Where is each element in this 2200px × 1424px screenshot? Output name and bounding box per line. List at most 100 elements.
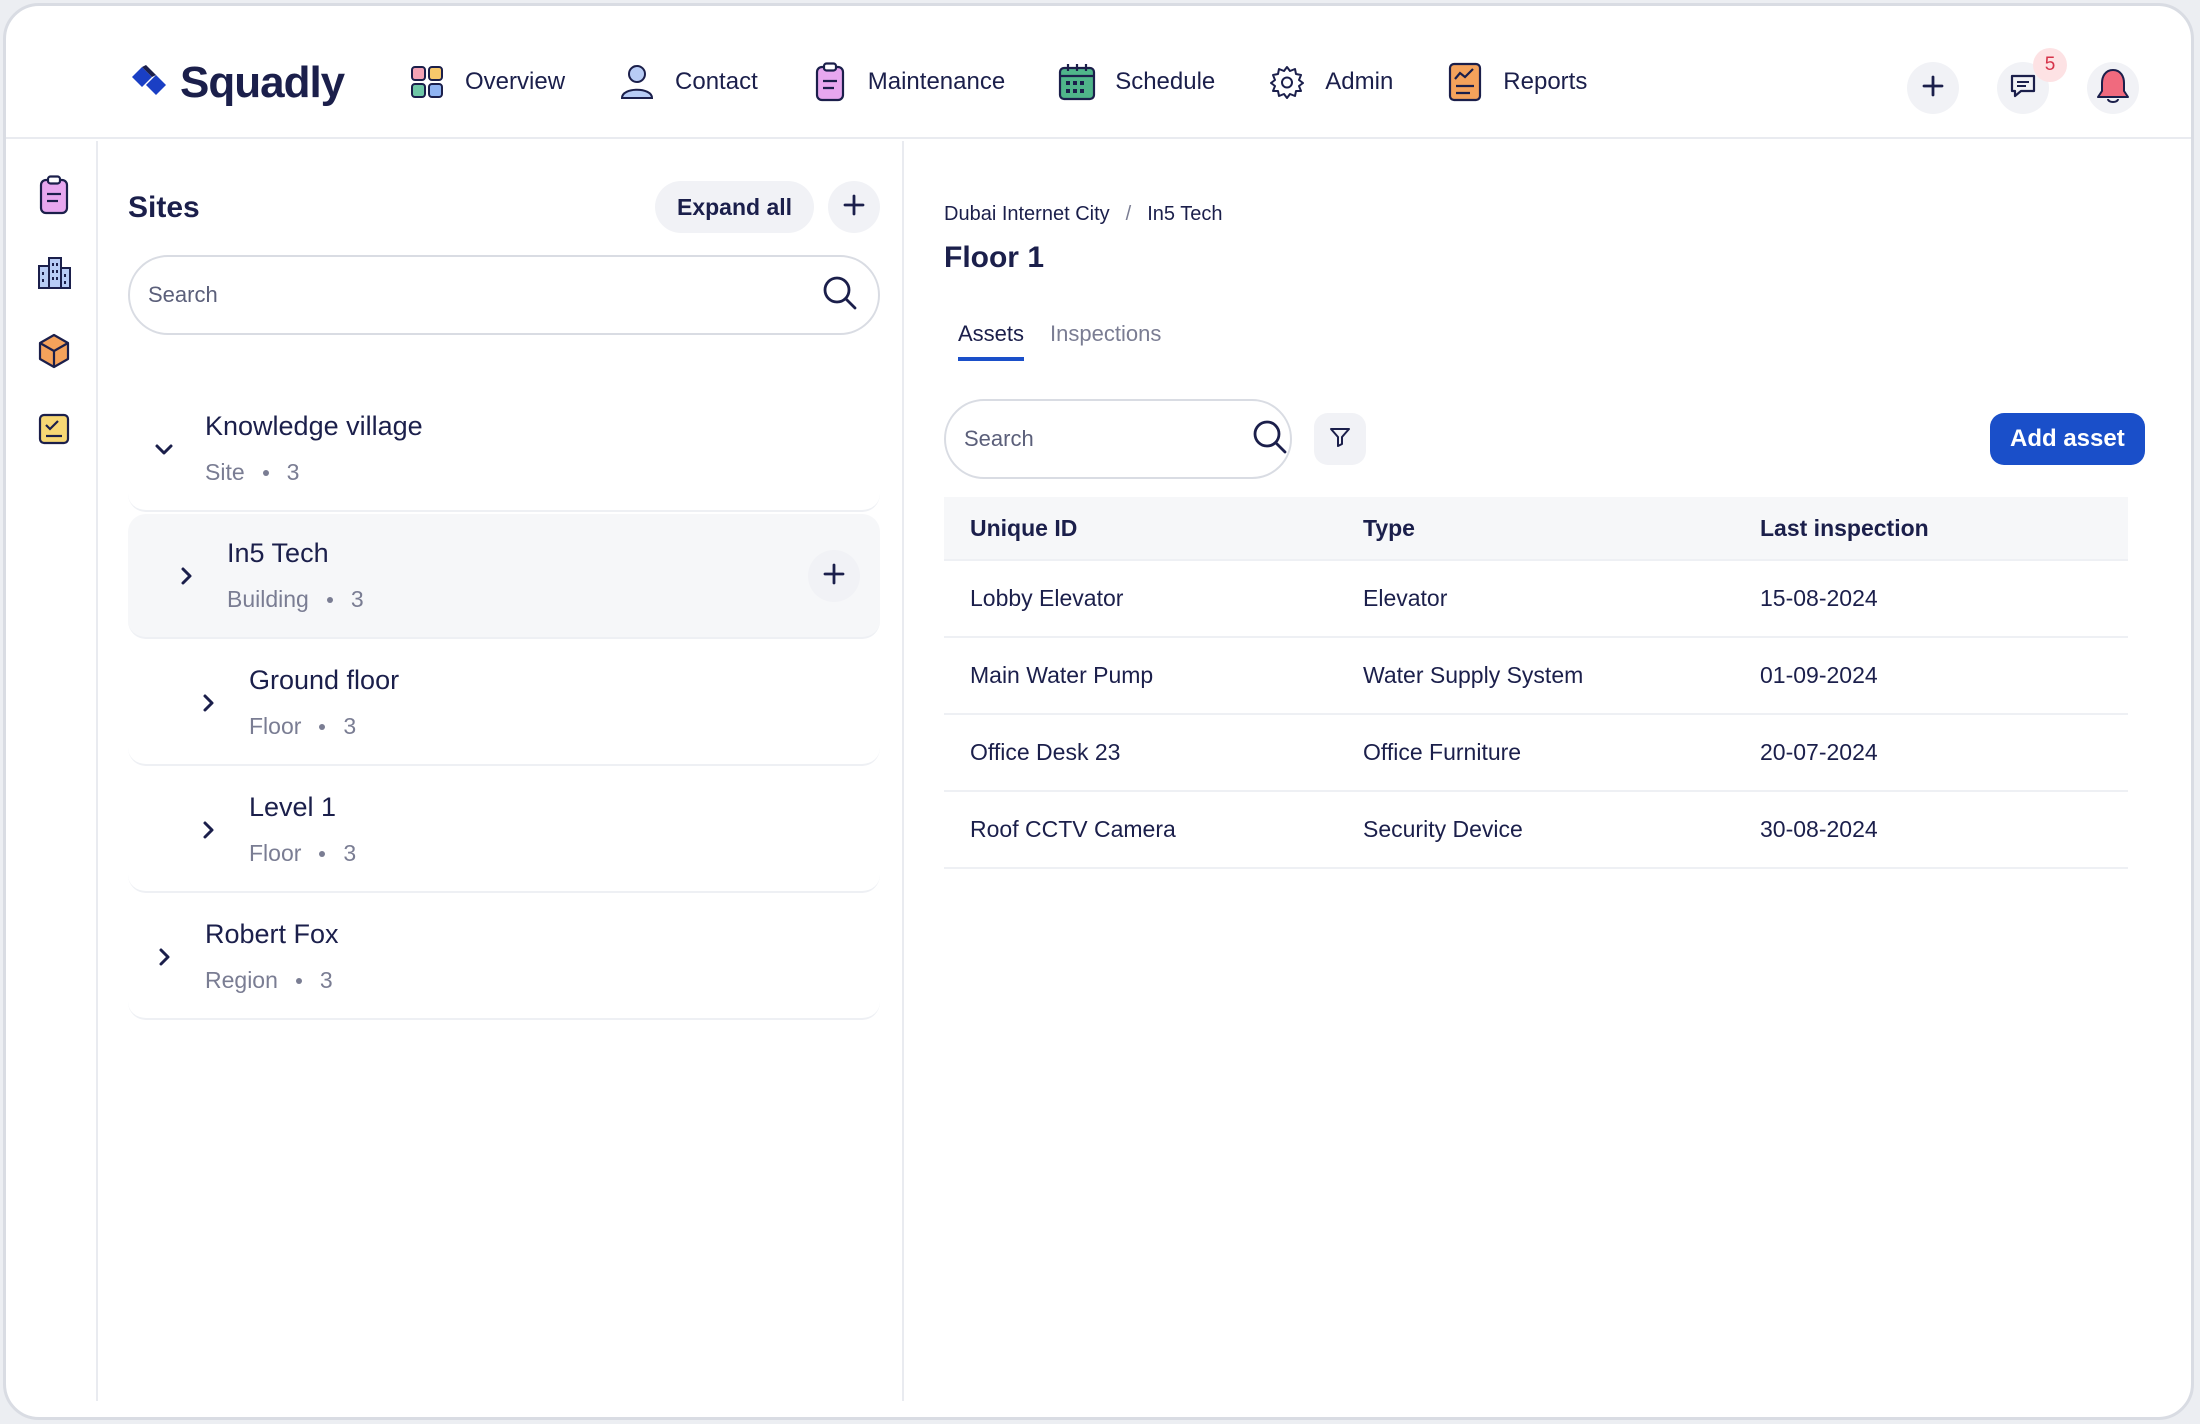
app-window: Squadly Overview Contact Maintenance Sch… [3, 3, 2194, 1420]
nav-item-admin[interactable]: Admin [1267, 62, 1393, 102]
nav-label: Schedule [1115, 68, 1216, 95]
tree-item-kind: Region [205, 967, 278, 993]
rail-assets-button[interactable] [34, 333, 74, 373]
tree-item-ground-floor[interactable]: Ground floor Floor 3 [128, 641, 880, 766]
table-row[interactable]: Lobby Elevator Elevator 15-08-2024 [944, 561, 2128, 638]
main-content: Dubai Internet City / In5 Tech Floor 1 A… [906, 141, 2191, 1401]
main-nav: Overview Contact Maintenance Schedule Ad… [407, 62, 1639, 102]
nav-item-reports[interactable]: Reports [1445, 62, 1587, 102]
tab-assets[interactable]: Assets [958, 321, 1025, 361]
tree-item-level-1[interactable]: Level 1 Floor 3 [128, 768, 880, 893]
cell-type: Elevator [1363, 585, 1448, 611]
brand-name: Squadly [180, 58, 345, 107]
tree-item-name: Level 1 [249, 792, 337, 822]
cell-last-inspection: 20-07-2024 [1760, 739, 1878, 765]
top-actions: 5 [1907, 48, 2139, 114]
plus-icon [843, 194, 865, 221]
sites-search-input[interactable] [148, 282, 822, 308]
nav-label: Contact [675, 68, 758, 95]
nav-label: Overview [465, 68, 566, 95]
tree-item-name: Knowledge village [205, 411, 423, 441]
tree-item-meta: Region 3 [205, 967, 333, 994]
separator-dot [326, 596, 333, 603]
tab-inspections[interactable]: Inspections [1050, 321, 1161, 361]
tree-item-name: Robert Fox [205, 919, 339, 949]
nav-label: Reports [1503, 68, 1588, 95]
chat-icon [2009, 73, 2037, 104]
nav-item-contact[interactable]: Contact [617, 62, 758, 102]
cell-last-inspection: 30-08-2024 [1760, 816, 1878, 842]
column-header-type[interactable]: Type [1363, 515, 1415, 542]
clipboard-icon [38, 174, 70, 220]
tree-item-name: Ground floor [249, 665, 400, 695]
nav-item-maintenance[interactable]: Maintenance [810, 62, 1005, 102]
chevron-right-icon[interactable] [148, 941, 180, 973]
brand-logo[interactable]: Squadly [128, 58, 345, 108]
box-icon [37, 333, 71, 374]
tree-item-count: 3 [343, 840, 357, 866]
cell-unique-id: Main Water Pump [970, 662, 1154, 688]
breadcrumb-separator: / [1125, 203, 1132, 225]
chevron-right-icon[interactable] [192, 814, 224, 846]
tree-item-kind: Floor [249, 713, 302, 739]
assets-search-input[interactable] [964, 426, 1252, 452]
cell-unique-id: Lobby Elevator [970, 585, 1124, 611]
separator-dot [262, 469, 269, 476]
table-row[interactable]: Main Water Pump Water Supply System 01-0… [944, 638, 2128, 715]
tree-item-count: 3 [286, 459, 300, 485]
sites-title: Sites [128, 191, 200, 224]
plus-icon [1922, 75, 1944, 102]
user-icon [617, 62, 657, 102]
notifications-button[interactable] [2087, 62, 2139, 114]
rail-sites-button[interactable] [34, 255, 74, 295]
search-icon[interactable] [822, 275, 858, 316]
tree-item-count: 3 [343, 713, 357, 739]
filter-button[interactable] [1314, 413, 1366, 465]
page-title: Floor 1 [944, 241, 1045, 274]
tree-item-in5-tech[interactable]: In5 Tech Building 3 [128, 514, 880, 639]
cell-last-inspection: 01-09-2024 [1760, 662, 1878, 688]
table-row[interactable]: Office Desk 23 Office Furniture 20-07-20… [944, 715, 2128, 792]
tree-item-robert-fox[interactable]: Robert Fox Region 3 [128, 895, 880, 1020]
table-row[interactable]: Roof CCTV Camera Security Device 30-08-2… [944, 792, 2128, 869]
assets-table: Unique ID Type Last inspection Lobby Ele… [944, 497, 2128, 869]
tree-item-meta: Building 3 [227, 586, 364, 613]
tree-item-count: 3 [319, 967, 333, 993]
add-asset-button[interactable]: Add asset [1990, 413, 2145, 465]
nav-item-schedule[interactable]: Schedule [1057, 62, 1215, 102]
bell-icon [2095, 67, 2131, 110]
breadcrumb-item[interactable]: In5 Tech [1147, 203, 1222, 226]
create-button[interactable] [1907, 62, 1959, 114]
messages-button[interactable]: 5 [1997, 48, 2067, 114]
chevron-right-icon[interactable] [192, 687, 224, 719]
tree-item-knowledge-village[interactable]: Knowledge village Site 3 [128, 387, 880, 512]
separator-dot [319, 723, 326, 730]
checklist-icon [37, 412, 71, 451]
breadcrumb: Dubai Internet City / In5 Tech [944, 203, 1222, 226]
add-site-button[interactable] [828, 181, 880, 233]
cell-type: Water Supply System [1363, 662, 1584, 688]
tree-item-meta: Floor 3 [249, 840, 356, 867]
tree-item-name: In5 Tech [227, 538, 329, 568]
add-child-button[interactable] [808, 550, 860, 602]
chevron-right-icon[interactable] [170, 560, 202, 592]
nav-item-overview[interactable]: Overview [407, 62, 565, 102]
cell-type: Office Furniture [1363, 739, 1522, 765]
cell-unique-id: Roof CCTV Camera [970, 816, 1176, 842]
grid-icon [407, 62, 447, 102]
column-header-last-inspection[interactable]: Last inspection [1760, 515, 1929, 542]
plus-icon [823, 563, 845, 590]
expand-all-button[interactable]: Expand all [655, 181, 815, 233]
top-navigation-bar: Squadly Overview Contact Maintenance Sch… [6, 6, 2191, 139]
tab-bar: Assets Inspections [958, 321, 1187, 361]
column-header-unique-id[interactable]: Unique ID [970, 515, 1077, 542]
rail-maintenance-button[interactable] [34, 174, 74, 220]
tree-item-count: 3 [350, 586, 364, 612]
logo-icon [128, 63, 172, 104]
rail-inspections-button[interactable] [34, 411, 74, 451]
search-icon[interactable] [1252, 419, 1288, 460]
breadcrumb-item[interactable]: Dubai Internet City [944, 203, 1110, 226]
tree-item-meta: Floor 3 [249, 713, 356, 740]
chevron-down-icon[interactable] [148, 433, 180, 465]
cell-unique-id: Office Desk 23 [970, 739, 1121, 765]
